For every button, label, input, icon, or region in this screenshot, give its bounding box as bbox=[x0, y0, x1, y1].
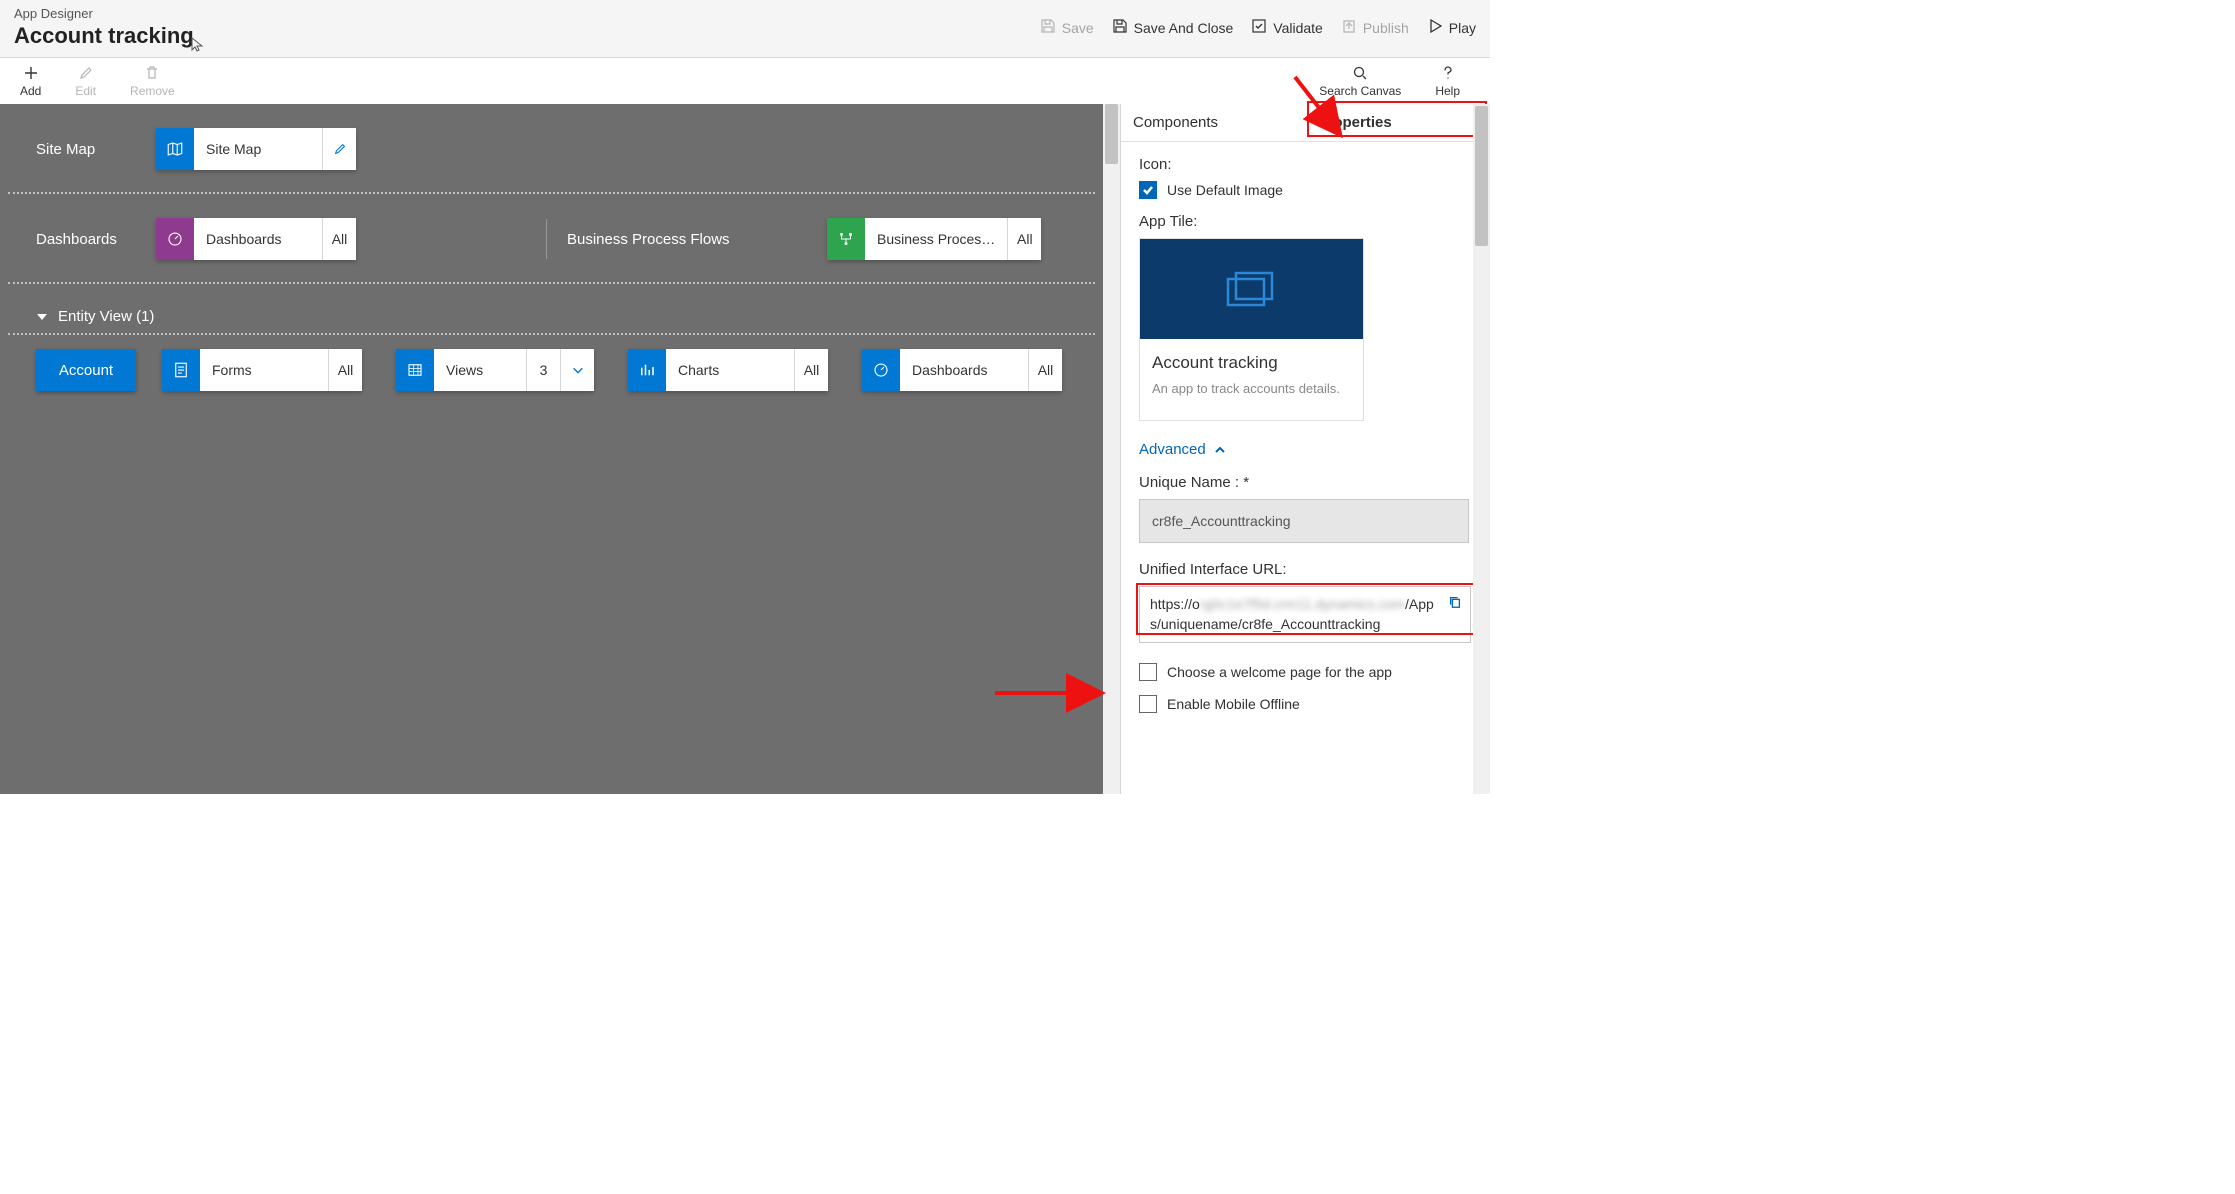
validate-icon bbox=[1251, 18, 1267, 37]
play-icon bbox=[1427, 18, 1443, 37]
publish-icon bbox=[1341, 18, 1357, 37]
icon-label: Icon: bbox=[1139, 156, 1472, 173]
entity-dashboards-tile[interactable]: Dashboards All bbox=[862, 349, 1062, 391]
entity-view-label: Entity View (1) bbox=[58, 308, 154, 325]
sitemap-tile-label: Site Map bbox=[194, 128, 322, 170]
save-icon bbox=[1040, 18, 1056, 37]
bpf-tile[interactable]: Business Proces… All bbox=[827, 218, 1041, 260]
chart-icon bbox=[628, 349, 666, 391]
pencil-icon bbox=[77, 64, 95, 82]
dashboards-count[interactable]: All bbox=[322, 218, 356, 260]
header-subtitle: App Designer bbox=[14, 6, 194, 21]
entity-account-button[interactable]: Account bbox=[36, 349, 136, 391]
save-close-icon bbox=[1112, 18, 1128, 37]
site-map-label: Site Map bbox=[36, 141, 156, 158]
welcome-page-checkbox[interactable]: Choose a welcome page for the app bbox=[1139, 663, 1472, 681]
plus-icon bbox=[22, 64, 40, 82]
mobile-offline-checkbox[interactable]: Enable Mobile Offline bbox=[1139, 695, 1472, 713]
add-button[interactable]: Add bbox=[20, 64, 41, 98]
dashboards-tile[interactable]: Dashboards All bbox=[156, 218, 356, 260]
validate-button[interactable]: Validate bbox=[1251, 18, 1323, 37]
entity-dashboards-count[interactable]: All bbox=[1028, 349, 1062, 391]
flow-icon bbox=[827, 218, 865, 260]
entity-view-toggle[interactable]: Entity View (1) bbox=[36, 308, 1067, 325]
bpf-tile-label: Business Proces… bbox=[865, 218, 1007, 260]
save-and-close-button[interactable]: Save And Close bbox=[1112, 18, 1234, 37]
forms-label: Forms bbox=[200, 349, 328, 391]
panel-scrollbar[interactable] bbox=[1473, 104, 1490, 794]
use-default-image-checkbox[interactable]: Use Default Image bbox=[1139, 181, 1472, 199]
views-tile[interactable]: Views 3 bbox=[396, 349, 594, 391]
forms-count[interactable]: All bbox=[328, 349, 362, 391]
entity-dashboards-label: Dashboards bbox=[900, 349, 1028, 391]
charts-tile[interactable]: Charts All bbox=[628, 349, 828, 391]
app-tile-icon bbox=[1140, 239, 1363, 339]
search-icon bbox=[1351, 64, 1369, 82]
separator bbox=[546, 219, 547, 259]
unique-name-field: cr8fe_Accounttracking bbox=[1139, 499, 1469, 543]
views-label: Views bbox=[434, 349, 526, 391]
annotation-highlight bbox=[1136, 583, 1476, 635]
remove-button: Remove bbox=[130, 64, 175, 98]
sitemap-icon bbox=[156, 128, 194, 170]
publish-button: Publish bbox=[1341, 18, 1409, 37]
annotation-highlight bbox=[1307, 101, 1487, 137]
header-title: Account tracking bbox=[14, 23, 194, 49]
save-button: Save bbox=[1040, 18, 1094, 37]
app-tile-preview: Account tracking An app to track account… bbox=[1139, 238, 1364, 421]
design-canvas[interactable]: Site Map Site Map Dashboards bbox=[0, 104, 1103, 794]
checkbox-unchecked-icon bbox=[1139, 663, 1157, 681]
checkbox-unchecked-icon bbox=[1139, 695, 1157, 713]
search-canvas-button[interactable]: Search Canvas bbox=[1319, 64, 1401, 98]
toolbar: Add Edit Remove Search Canvas Help bbox=[0, 58, 1490, 104]
charts-label: Charts bbox=[666, 349, 794, 391]
play-button[interactable]: Play bbox=[1427, 18, 1476, 37]
help-button[interactable]: Help bbox=[1435, 64, 1460, 98]
dashboard-icon bbox=[862, 349, 900, 391]
bpf-label: Business Process Flows bbox=[567, 231, 827, 248]
trash-icon bbox=[143, 64, 161, 82]
app-tile-title: Account tracking bbox=[1152, 353, 1351, 373]
canvas-scrollbar[interactable] bbox=[1103, 104, 1120, 794]
app-tile-label: App Tile: bbox=[1139, 213, 1472, 230]
form-icon bbox=[162, 349, 200, 391]
charts-count[interactable]: All bbox=[794, 349, 828, 391]
url-label: Unified Interface URL: bbox=[1139, 561, 1472, 578]
bpf-count[interactable]: All bbox=[1007, 218, 1041, 260]
views-count[interactable]: 3 bbox=[526, 349, 560, 391]
sitemap-tile[interactable]: Site Map bbox=[156, 128, 356, 170]
dashboards-label: Dashboards bbox=[36, 231, 156, 248]
app-tile-description: An app to track accounts details. bbox=[1152, 381, 1351, 396]
cursor-icon bbox=[190, 36, 206, 52]
table-icon bbox=[396, 349, 434, 391]
checkbox-checked-icon bbox=[1139, 181, 1157, 199]
header-bar: App Designer Account tracking Save Save … bbox=[0, 0, 1490, 58]
dashboards-tile-label: Dashboards bbox=[194, 218, 322, 260]
edit-button: Edit bbox=[75, 64, 96, 98]
forms-tile[interactable]: Forms All bbox=[162, 349, 362, 391]
tab-components[interactable]: Components bbox=[1121, 104, 1306, 141]
sitemap-edit-icon[interactable] bbox=[322, 128, 356, 170]
dashboard-icon bbox=[156, 218, 194, 260]
question-icon bbox=[1439, 64, 1457, 82]
unique-name-label: Unique Name : * bbox=[1139, 474, 1472, 491]
properties-panel: Components Properties Icon: Use Default … bbox=[1120, 104, 1490, 794]
advanced-toggle[interactable]: Advanced bbox=[1139, 441, 1472, 458]
views-dropdown[interactable] bbox=[560, 349, 594, 391]
